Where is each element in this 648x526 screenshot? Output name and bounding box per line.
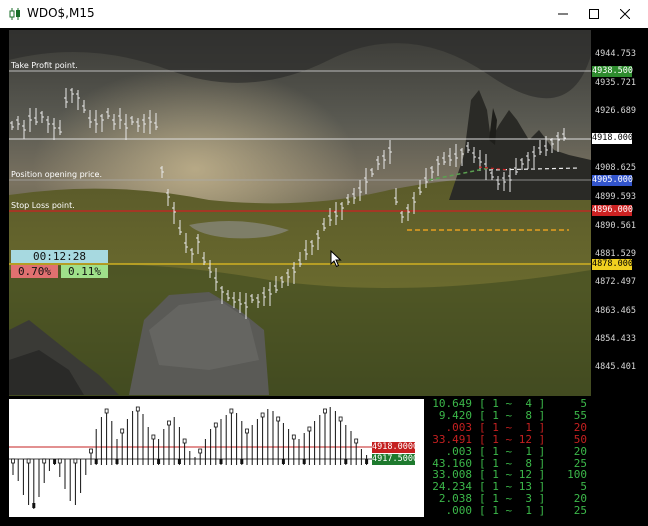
tick-bar-body <box>120 428 125 434</box>
sub-lower-price-tag: 4917.5000 <box>372 454 419 465</box>
trade-row: 33.491 [ 1 ~ 12 ] 50 <box>426 432 591 446</box>
tick-bar-body <box>344 459 348 464</box>
title-bar[interactable]: WDO$,M15 <box>0 0 648 28</box>
tick-bar-body <box>151 434 156 440</box>
price-tick: 4944.753 <box>595 49 636 59</box>
tick-bar-body <box>354 438 359 444</box>
price-tick: 4872.497 <box>595 277 636 287</box>
tick-bar-body <box>167 420 171 426</box>
tick-bar-body <box>115 459 119 464</box>
change-up-badge: 0.11% <box>61 265 108 278</box>
tick-bar-body <box>245 428 249 434</box>
tick-bar-body <box>302 459 306 464</box>
minimize-icon <box>558 13 568 15</box>
tick-bar-body <box>94 459 98 464</box>
tick-bar-body <box>281 459 285 464</box>
maximize-icon <box>589 9 599 19</box>
price-chart-overlay <box>9 70 591 319</box>
trade-range: [ 1 ~ 12 ] <box>479 432 546 446</box>
take-profit-annotation: Take Profit point. <box>11 61 78 70</box>
window-title: WDO$,M15 <box>27 6 95 20</box>
trade-range: [ 1 ~ 1 ] <box>479 444 546 458</box>
sub-upper-price-tag: 4918.0000 <box>372 442 419 453</box>
trade-volume: 50 <box>573 432 587 446</box>
tick-bar-body <box>57 458 62 464</box>
price-tick: 4881.529 <box>595 249 636 259</box>
price-tick: 4890.561 <box>595 221 636 231</box>
tick-bar-body <box>276 416 281 422</box>
trade-range: [ 1 ~ 1 ] <box>479 504 546 518</box>
price-tick: 4845.401 <box>595 362 636 372</box>
close-button[interactable] <box>602 0 648 28</box>
open-price-tag: 4905.000 <box>592 175 633 186</box>
trade-row: .000 [ 1 ~ 1 ] 25 <box>426 505 591 517</box>
tick-bar-body <box>26 458 31 464</box>
trade-price: 33.491 <box>432 432 472 446</box>
price-scale[interactable]: 4944.753 4935.721 4926.689 4908.625 4899… <box>591 30 648 396</box>
tick-bars-chart <box>9 406 372 509</box>
tick-bar-body <box>240 459 244 464</box>
tick-bar-body <box>213 422 218 428</box>
tick-bar-body <box>157 459 161 464</box>
bar-countdown-timer: 00:12:28 <box>11 250 108 263</box>
stop-loss-price-tag: 4896.000 <box>592 205 633 216</box>
trade-row: .003 [ 1 ~ 1 ] 20 <box>426 444 591 458</box>
candlestick-app-icon <box>9 8 20 20</box>
tick-bar-body <box>365 459 369 464</box>
trade-price: .003 <box>445 444 473 458</box>
tick-bar-body <box>11 458 15 464</box>
price-tick: 4926.689 <box>595 106 636 116</box>
tick-bar-body <box>89 448 93 454</box>
tick-bar-body <box>338 416 343 422</box>
main-chart[interactable]: Take Profit point. Position opening pric… <box>9 30 591 396</box>
tick-bar-body <box>42 458 47 464</box>
tick-bar-body <box>53 459 57 464</box>
change-down-badge: 0.70% <box>11 265 58 278</box>
price-tick: 4863.465 <box>595 306 636 316</box>
moving-average-red <box>478 166 510 171</box>
trade-range: [ 1 ~ 1 ] <box>479 420 546 434</box>
trade-row: .003 [ 1 ~ 1 ] 20 <box>426 420 591 434</box>
mouse-pointer-icon <box>330 250 342 268</box>
trade-volume: 20 <box>573 444 587 458</box>
trade-price: .000 <box>445 504 473 518</box>
trade-volume: 20 <box>573 420 587 434</box>
tick-bar-body <box>260 412 265 418</box>
tick-bar-body <box>198 448 203 454</box>
tick-bar-body <box>219 459 223 464</box>
trade-price: .003 <box>445 420 473 434</box>
tick-bar-body <box>182 438 187 444</box>
tick-bar-body <box>177 459 181 464</box>
tick-bar-body <box>229 408 234 414</box>
price-tick: 4908.625 <box>595 163 636 173</box>
stop-loss-annotation: Stop Loss point. <box>11 201 75 210</box>
tick-bar-body <box>291 434 296 440</box>
price-tick: 4899.593 <box>595 192 636 202</box>
price-tick: 4935.721 <box>595 78 636 88</box>
price-tick: 4854.433 <box>595 334 636 344</box>
times-and-trades-panel: 10.649[ 1 ~ 4 ] 5 9.420[ 1 ~ 8 ] 55.003[ 1 … <box>426 397 591 519</box>
tick-bar-body <box>73 458 78 464</box>
position-opening-annotation: Position opening price. <box>11 170 103 179</box>
tick-bar-body <box>307 426 312 432</box>
trade-volume: 25 <box>573 504 587 518</box>
tick-bar-body <box>104 408 109 414</box>
tick-bar-body <box>32 503 36 508</box>
moving-average-white <box>488 167 580 171</box>
tick-sub-window[interactable]: 4918.0000 4917.5000 <box>9 399 424 517</box>
tick-bar-body <box>135 406 140 412</box>
low-price-tag: 4878.000 <box>592 259 633 270</box>
close-icon <box>620 9 630 19</box>
take-profit-price-tag: 4938.500 <box>592 66 633 77</box>
tick-bar-body <box>323 408 327 414</box>
current-price-tag: 4918.000 <box>592 133 633 144</box>
